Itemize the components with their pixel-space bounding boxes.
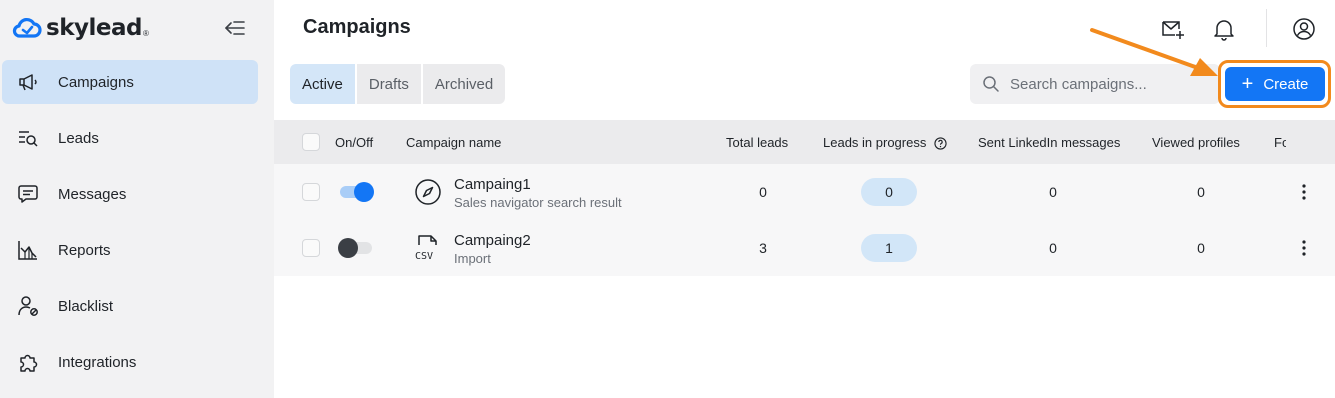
sidebar-item-integrations[interactable]: Integrations bbox=[2, 340, 258, 384]
csv-file-icon: CSV bbox=[414, 234, 442, 262]
campaign-source: Import bbox=[454, 251, 491, 266]
sidebar-item-campaigns[interactable]: Campaigns bbox=[2, 60, 258, 104]
brand-name: skylead bbox=[46, 15, 142, 41]
col-leads-in-progress[interactable]: Leads in progress bbox=[823, 135, 947, 150]
total-leads-value: 3 bbox=[759, 240, 767, 256]
row-checkbox[interactable] bbox=[302, 183, 320, 201]
sidebar-item-label: Reports bbox=[58, 241, 111, 259]
mail-plus-icon[interactable] bbox=[1160, 16, 1186, 42]
table-row[interactable]: CSV Campaing2 Import 3 1 0 0 bbox=[274, 220, 1335, 276]
col-total-leads[interactable]: Total leads bbox=[726, 135, 788, 150]
leads-list-search-icon bbox=[16, 126, 40, 150]
col-leads-in-progress-label: Leads in progress bbox=[823, 135, 927, 150]
search-input[interactable] bbox=[1010, 75, 1210, 93]
registered-mark: ® bbox=[142, 28, 149, 38]
more-options-icon[interactable] bbox=[1296, 236, 1312, 260]
collapse-sidebar-icon[interactable] bbox=[222, 16, 248, 40]
viewed-profiles-value: 0 bbox=[1197, 240, 1205, 256]
help-icon[interactable] bbox=[934, 137, 947, 150]
chart-icon bbox=[16, 238, 40, 262]
viewed-profiles-value: 0 bbox=[1197, 184, 1205, 200]
search-icon bbox=[983, 76, 999, 92]
puzzle-icon bbox=[16, 350, 40, 374]
sidebar-item-label: Leads bbox=[58, 129, 99, 147]
sidebar: skylead ® Campaigns Leads Messages Repor… bbox=[0, 0, 274, 398]
sidebar-item-messages[interactable]: Messages bbox=[2, 172, 258, 216]
tab-active[interactable]: Active bbox=[290, 64, 355, 104]
compass-icon bbox=[414, 178, 442, 206]
leads-in-progress-badge: 1 bbox=[861, 234, 917, 262]
col-truncated[interactable]: Fo bbox=[1274, 135, 1286, 150]
user-blocked-icon bbox=[16, 294, 40, 318]
sidebar-item-label: Messages bbox=[58, 185, 127, 203]
create-button-label: Create bbox=[1263, 75, 1309, 93]
tab-drafts[interactable]: Drafts bbox=[356, 64, 421, 104]
col-viewed-profiles[interactable]: Viewed profiles bbox=[1152, 135, 1240, 150]
more-options-icon[interactable] bbox=[1296, 180, 1312, 204]
campaign-source: Sales navigator search result bbox=[454, 195, 622, 210]
logo[interactable]: skylead ® bbox=[12, 12, 149, 44]
table-header: On/Off Campaign name Total leads Leads i… bbox=[274, 120, 1335, 164]
campaign-name[interactable]: Campaing2 bbox=[454, 232, 531, 249]
user-circle-icon[interactable] bbox=[1291, 16, 1317, 42]
toggle-knob bbox=[338, 238, 358, 258]
toggle-knob bbox=[354, 182, 374, 202]
tab-archived[interactable]: Archived bbox=[422, 64, 506, 104]
total-leads-value: 0 bbox=[759, 184, 767, 200]
bell-icon[interactable] bbox=[1211, 16, 1237, 42]
header-divider bbox=[1266, 9, 1267, 47]
megaphone-icon bbox=[16, 70, 40, 94]
row-checkbox[interactable] bbox=[302, 239, 320, 257]
campaign-name[interactable]: Campaing1 bbox=[454, 176, 531, 193]
campaign-toggle[interactable] bbox=[338, 238, 374, 258]
svg-text:CSV: CSV bbox=[415, 251, 433, 262]
sidebar-item-label: Blacklist bbox=[58, 297, 114, 315]
sidebar-item-blacklist[interactable]: Blacklist bbox=[2, 284, 258, 328]
campaign-status-tabs: Active Drafts Archived bbox=[290, 64, 507, 104]
sent-linkedin-value: 0 bbox=[1049, 184, 1057, 200]
table-row[interactable]: Campaing1 Sales navigator search result … bbox=[274, 164, 1335, 220]
select-all-checkbox[interactable] bbox=[302, 133, 320, 151]
create-button[interactable]: + Create bbox=[1225, 67, 1325, 101]
leads-in-progress-badge: 0 bbox=[861, 178, 917, 206]
sent-linkedin-value: 0 bbox=[1049, 240, 1057, 256]
campaign-toggle[interactable] bbox=[338, 182, 374, 202]
sidebar-item-label: Campaigns bbox=[58, 73, 134, 91]
col-on-off: On/Off bbox=[335, 135, 374, 150]
sidebar-item-label: Integrations bbox=[58, 353, 137, 371]
cloud-logo-icon bbox=[12, 17, 42, 38]
sidebar-item-reports[interactable]: Reports bbox=[2, 228, 258, 272]
col-sent-linkedin-messages[interactable]: Sent LinkedIn messages bbox=[978, 135, 1120, 150]
sidebar-nav: Campaigns Leads Messages Reports Blackli… bbox=[2, 60, 258, 396]
search-box bbox=[970, 64, 1220, 104]
message-icon bbox=[16, 182, 40, 206]
page-title: Campaigns bbox=[303, 16, 411, 38]
col-campaign-name[interactable]: Campaign name bbox=[406, 135, 501, 150]
plus-icon: + bbox=[1241, 73, 1254, 95]
sidebar-item-leads[interactable]: Leads bbox=[2, 116, 258, 160]
